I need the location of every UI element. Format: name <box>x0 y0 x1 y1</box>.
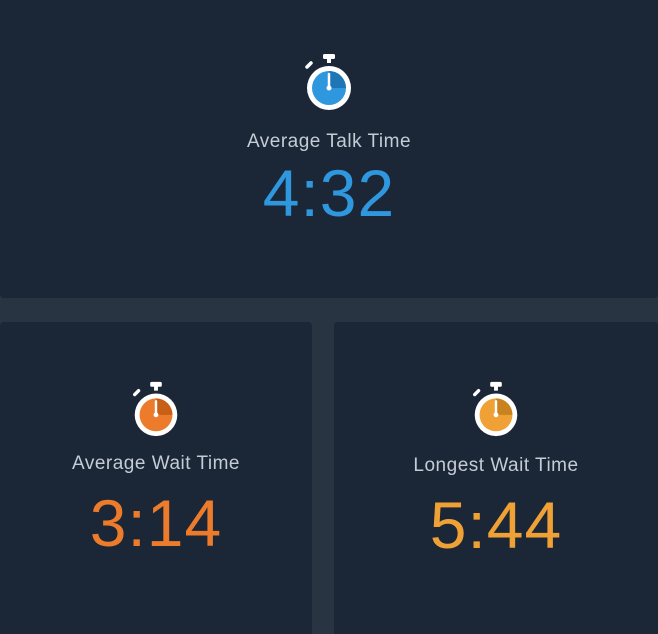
metric-label: Average Talk Time <box>246 131 412 152</box>
average-wait-time-card: Average Wait Time 3:14 <box>0 322 312 634</box>
stopwatch-icon <box>133 381 178 437</box>
metric-block: Average Wait Time 3:14 <box>0 380 312 558</box>
metric-label: Average Wait Time <box>72 453 240 474</box>
metric-value: 5:44 <box>429 488 563 562</box>
stopwatch-icon <box>305 54 351 110</box>
metric-block: Average Talk Time 4:32 <box>0 52 658 228</box>
metric-label: Longest Wait Time <box>413 455 579 476</box>
stopwatch-icon <box>473 381 518 437</box>
longest-wait-time-card: Longest Wait Time 5:44 <box>334 322 658 634</box>
average-talk-time-card: Average Talk Time 4:32 <box>0 0 658 298</box>
metric-block: Longest Wait Time 5:44 <box>334 380 658 560</box>
metric-value: 4:32 <box>262 156 396 230</box>
metric-value: 3:14 <box>89 486 223 560</box>
